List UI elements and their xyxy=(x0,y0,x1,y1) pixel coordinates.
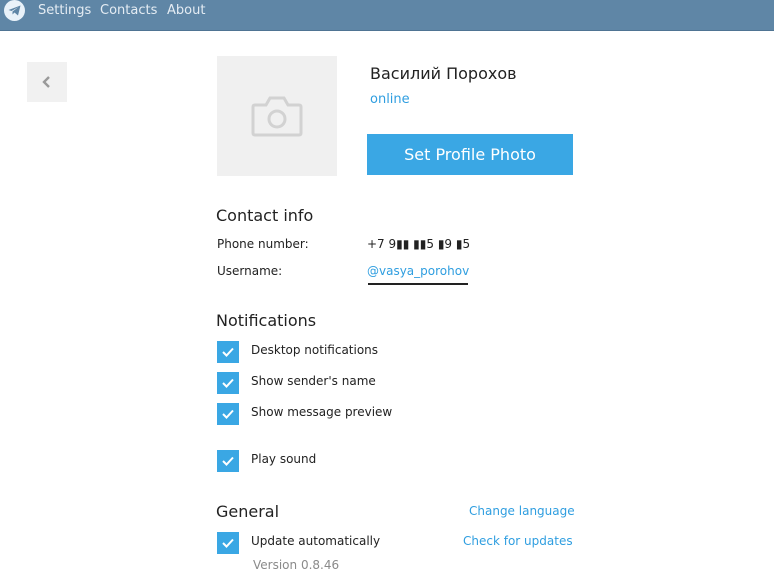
profile-status: online xyxy=(370,92,410,107)
notifications-heading: Notifications xyxy=(216,311,317,330)
check-for-updates-link[interactable]: Check for updates xyxy=(463,534,573,548)
chevron-left-icon xyxy=(42,76,50,88)
show-message-preview-label: Show message preview xyxy=(251,405,393,419)
show-sender-name-label: Show sender's name xyxy=(251,374,376,388)
set-profile-photo-button[interactable]: Set Profile Photo xyxy=(367,134,573,175)
checkmark-icon xyxy=(222,538,234,548)
change-language-link[interactable]: Change language xyxy=(469,504,575,518)
contact-info-heading: Contact info xyxy=(216,206,314,225)
username-underline xyxy=(368,283,468,285)
profile-photo-placeholder[interactable] xyxy=(217,56,337,176)
camera-icon xyxy=(251,96,303,137)
general-heading: General xyxy=(216,502,280,521)
play-sound-label: Play sound xyxy=(251,452,317,466)
menu-settings[interactable]: Settings xyxy=(38,3,91,18)
top-menu-bar: Settings Contacts About xyxy=(0,0,774,30)
show-message-preview-checkbox[interactable] xyxy=(217,403,239,425)
desktop-notifications-checkbox[interactable] xyxy=(217,341,239,363)
update-automatically-label: Update automatically xyxy=(251,534,381,548)
checkmark-icon xyxy=(222,456,234,466)
telegram-logo-icon[interactable] xyxy=(4,0,25,21)
username-link[interactable]: @vasya_porohov xyxy=(367,264,469,278)
phone-number-value: +7 9▮▮ ▮▮5 ▮9 ▮5 xyxy=(367,237,471,251)
play-sound-checkbox[interactable] xyxy=(217,450,239,472)
desktop-notifications-label: Desktop notifications xyxy=(251,343,379,357)
phone-number-label: Phone number: xyxy=(217,237,309,251)
show-sender-name-checkbox[interactable] xyxy=(217,372,239,394)
checkmark-icon xyxy=(222,409,234,419)
profile-name: Василий Порохов xyxy=(370,64,517,83)
checkmark-icon xyxy=(222,378,234,388)
username-label: Username: xyxy=(217,264,283,278)
update-automatically-checkbox[interactable] xyxy=(217,532,239,554)
version-text: Version 0.8.46 xyxy=(253,558,340,572)
back-button[interactable] xyxy=(27,62,67,102)
menu-about[interactable]: About xyxy=(167,3,205,18)
checkmark-icon xyxy=(222,347,234,357)
menu-contacts[interactable]: Contacts xyxy=(100,3,157,18)
